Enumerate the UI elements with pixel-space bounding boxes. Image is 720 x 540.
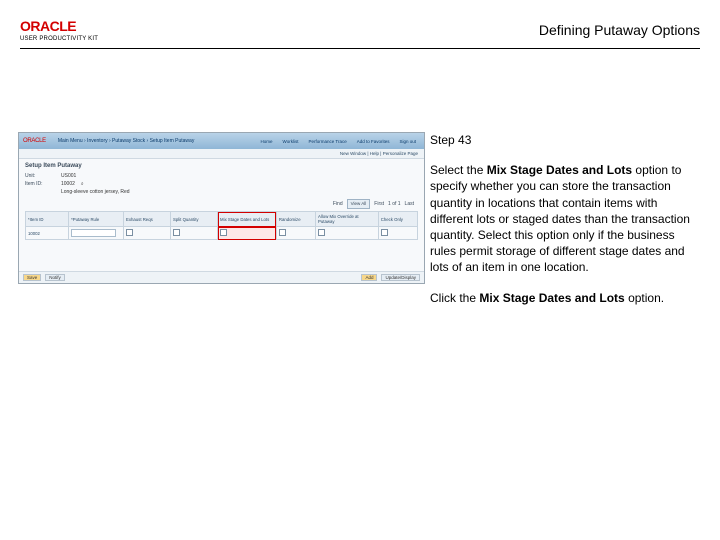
step-instruction: Click the Mix Stage Dates and Lots optio… (430, 290, 698, 306)
instruction-panel: Step 43 Select the Mix Stage Dates and L… (430, 132, 698, 320)
step-label: Step 43 (430, 132, 698, 148)
putaway-rule-input[interactable] (71, 229, 116, 237)
nav-add-favorites[interactable]: Add to Favorites (357, 139, 390, 144)
app-header: ORACLE Main Menu › Inventory › Putaway S… (19, 133, 424, 149)
cell-exhaust-reqs (123, 227, 170, 240)
col-exhaust-reqs: Exhaust Reqs (123, 212, 170, 227)
item-id-label: Item ID: (25, 181, 55, 187)
toolbar-first[interactable]: First (374, 201, 384, 207)
putaway-grid: *Item ID *Putaway Rule Exhaust Reqs Spli… (25, 211, 418, 240)
cell-mix-stage-dates-lots (218, 227, 277, 240)
nav-worklist[interactable]: Worklist (283, 139, 299, 144)
toolbar-find-label: Find (333, 201, 343, 207)
header-divider (20, 48, 700, 49)
form-title: Setup Item Putaway (25, 163, 418, 169)
col-split-quantity: Split Quantity (171, 212, 218, 227)
page-title: Defining Putaway Options (539, 22, 700, 38)
mix-stage-dates-lots-checkbox[interactable] (220, 229, 227, 236)
desc-value: Long-sleeve cotton jersey, Red (61, 189, 130, 195)
allow-mix-override-checkbox[interactable] (318, 229, 325, 236)
update-display-button[interactable]: Update/Display (381, 274, 420, 281)
table-row: 10002 (26, 227, 418, 240)
check-only-checkbox[interactable] (381, 229, 388, 236)
unit-label: Unit: (25, 173, 55, 179)
app-footer: Save Notify Add Update/Display (19, 271, 424, 283)
toolbar-range: 1 of 1 (388, 201, 401, 207)
exhaust-reqs-checkbox[interactable] (126, 229, 133, 236)
cell-item-id: 10002 (26, 227, 69, 240)
app-screenshot: ORACLE Main Menu › Inventory › Putaway S… (18, 132, 425, 284)
nav-performance-trace[interactable]: Performance Trace (308, 139, 346, 144)
nav-home[interactable]: Home (261, 139, 273, 144)
brand-logo-subtitle: USER PRODUCTIVITY KIT (20, 36, 98, 42)
lookup-icon[interactable]: ⌕ (81, 181, 87, 187)
cell-allow-mix-override (316, 227, 379, 240)
randomize-checkbox[interactable] (279, 229, 286, 236)
col-allow-mix-override: Allow Mix Override at Putaway (316, 212, 379, 227)
toolbar-last[interactable]: Last (405, 201, 414, 207)
grid-toolbar: Find View All First 1 of 1 Last (25, 197, 418, 211)
col-putaway-rule: *Putaway Rule (69, 212, 124, 227)
cell-randomize (276, 227, 315, 240)
cell-putaway-rule (69, 227, 124, 240)
nav-signout[interactable]: Sign out (399, 139, 416, 144)
top-nav: Home Worklist Performance Trace Add to F… (261, 139, 424, 144)
save-button[interactable]: Save (23, 274, 41, 281)
step-paragraph: Select the Mix Stage Dates and Lots opti… (430, 162, 698, 275)
breadcrumb-menu: Main Menu › Inventory › Putaway Stock › … (58, 138, 194, 144)
add-button[interactable]: Add (361, 274, 377, 281)
col-item-id: *Item ID (26, 212, 69, 227)
cell-split-quantity (171, 227, 218, 240)
unit-value: US001 (61, 173, 76, 179)
brand-logo: ORACLE USER PRODUCTIVITY KIT (20, 18, 98, 42)
app-logo: ORACLE (23, 138, 46, 144)
col-mix-stage-dates-lots: Mix Stage Dates and Lots (218, 212, 277, 227)
brand-logo-text: ORACLE (20, 18, 98, 34)
notify-button[interactable]: Notify (45, 274, 65, 281)
col-check-only: Check Only (378, 212, 417, 227)
cell-check-only (378, 227, 417, 240)
item-id-value: 10002 (61, 181, 75, 187)
split-quantity-checkbox[interactable] (173, 229, 180, 236)
toolbar-viewall-button[interactable]: View All (347, 199, 371, 209)
page-tools: New Window | Help | Personalize Page (19, 149, 424, 159)
col-randomize: Randomize (276, 212, 315, 227)
